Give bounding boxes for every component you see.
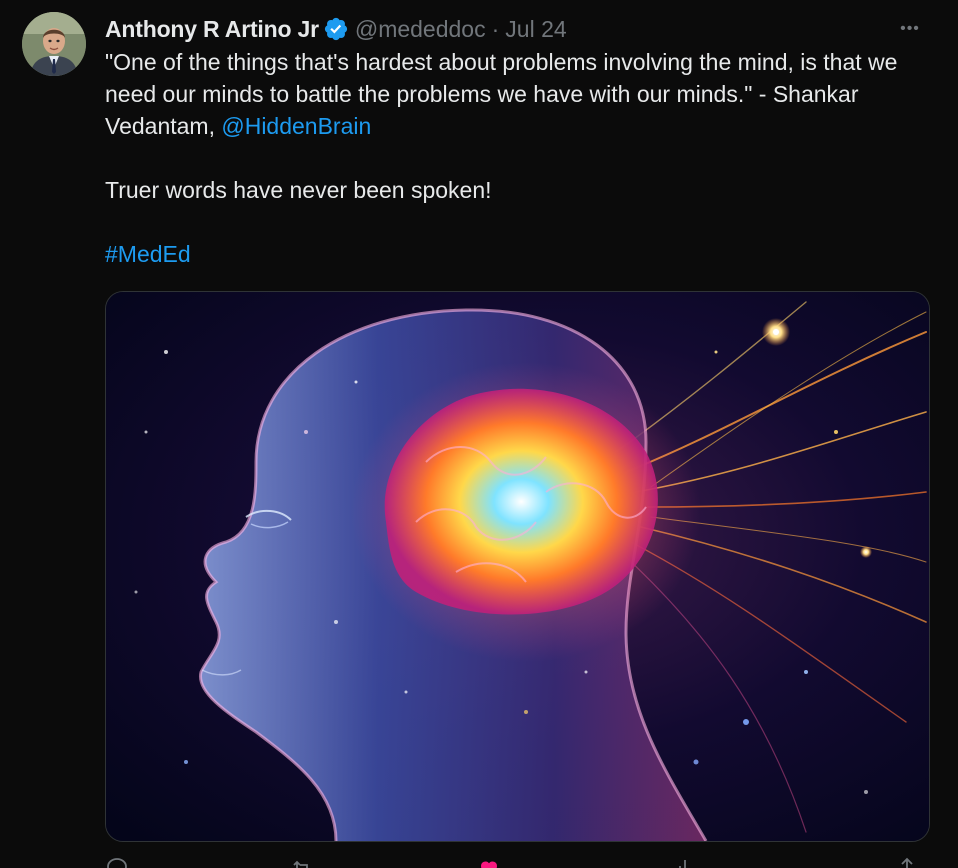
verified-badge-icon[interactable] <box>323 16 349 42</box>
tweet-date[interactable]: Jul 24 <box>505 16 566 43</box>
share-icon[interactable] <box>895 856 919 868</box>
tweet-header: Anthony R Artino Jr @mededdoc · Jul 24 <box>105 12 567 46</box>
views-icon[interactable] <box>675 856 699 868</box>
avatar-photo-icon <box>22 12 86 76</box>
avatar[interactable] <box>22 12 86 76</box>
tweet-paragraph-quote: "One of the things that's hardest about … <box>105 46 935 142</box>
mention-link[interactable]: @HiddenBrain <box>221 113 371 139</box>
hashtag-link[interactable]: #MedEd <box>105 241 191 267</box>
tweet-media-image[interactable] <box>105 291 930 842</box>
heart-icon[interactable] <box>477 856 501 868</box>
separator-dot: · <box>491 15 500 42</box>
tweet[interactable]: Anthony R Artino Jr @mededdoc · Jul 24 •… <box>0 0 958 868</box>
retweet-icon[interactable] <box>290 856 314 868</box>
tweet-actions-bar <box>105 856 928 868</box>
tweet-text: "One of the things that's hardest about … <box>105 46 935 270</box>
user-handle[interactable]: @mededdoc <box>355 16 486 43</box>
display-name[interactable]: Anthony R Artino Jr <box>105 16 319 43</box>
brain-illustration-image <box>106 292 929 841</box>
reply-icon[interactable] <box>105 856 129 868</box>
more-options-button[interactable]: ••• <box>892 12 928 46</box>
more-dots-icon: ••• <box>900 20 920 37</box>
tweet-paragraph-comment: Truer words have never been spoken! <box>105 177 492 203</box>
